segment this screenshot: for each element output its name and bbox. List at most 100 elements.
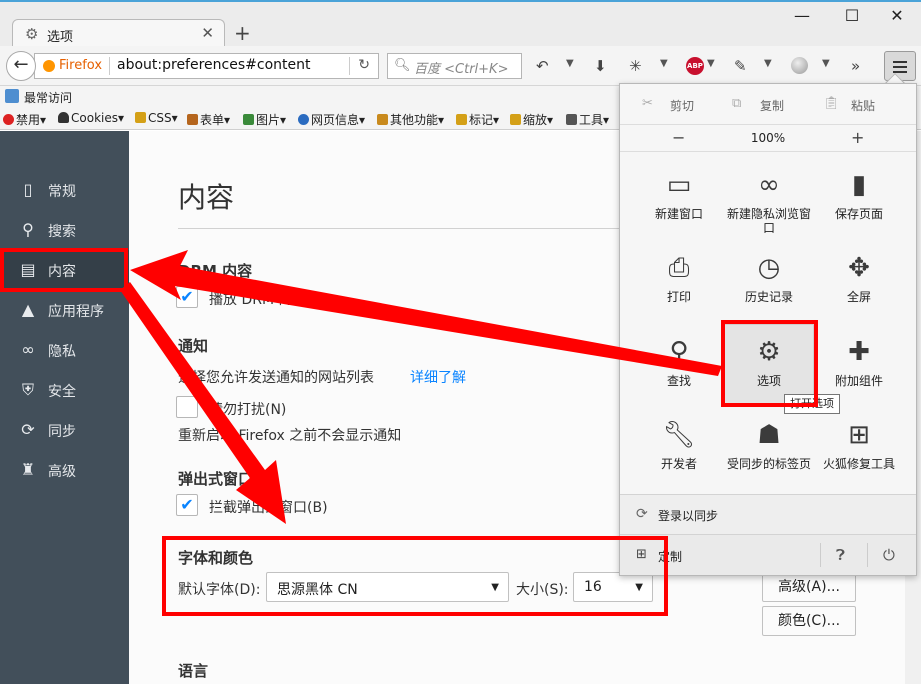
chevron-down-icon[interactable]: ▼ xyxy=(707,58,715,69)
info-icon xyxy=(298,114,309,125)
url-bar[interactable]: Firefox about:preferences#content ↻ xyxy=(34,53,379,79)
new-private-window-button[interactable]: ∞ 新建隐私浏览窗口 xyxy=(724,167,814,235)
sidebar-item-general[interactable]: ▯ 常规 xyxy=(0,170,129,210)
colors-button[interactable]: 颜色(C)... xyxy=(762,606,856,636)
sidebar-item-applications[interactable]: ▲ 应用程序 xyxy=(0,290,129,330)
wd-label: 缩放▾ xyxy=(523,113,554,127)
repair-tool-button[interactable]: ⊞ 火狐修复工具 xyxy=(814,417,904,471)
wd-tools-menu[interactable]: 工具▾ xyxy=(566,111,609,128)
sidebar-item-security[interactable]: ⛨ 安全 xyxy=(0,370,129,410)
block-popups-label[interactable]: 拦截弹出式窗口(B) xyxy=(209,497,328,517)
menu-item-label: 历史记录 xyxy=(744,290,793,304)
zoom-out-button[interactable]: − xyxy=(672,128,685,147)
wd-misc-menu[interactable]: 其他功能▾ xyxy=(377,111,444,128)
reload-icon[interactable]: ↻ xyxy=(358,57,370,73)
fullscreen-button[interactable]: ✥ 全屏 xyxy=(814,250,904,304)
paste-label: 粘贴 xyxy=(851,99,876,113)
advanced-icon: ♜ xyxy=(20,460,36,479)
do-not-disturb-label[interactable]: 请勿打扰(N) xyxy=(209,399,286,419)
print-icon: ⎙ xyxy=(668,253,690,283)
search-icon: 🔍︎ xyxy=(394,58,411,73)
open-menu-button[interactable] xyxy=(884,51,916,81)
new-window-button[interactable]: ▭ 新建窗口 xyxy=(634,167,724,221)
download-icon[interactable]: ⬇ xyxy=(594,57,607,75)
divider xyxy=(867,543,868,567)
help-icon[interactable]: ❓︎ xyxy=(836,546,845,564)
sidebar-item-privacy[interactable]: ∞ 隐私 xyxy=(0,330,129,370)
find-button[interactable]: ⚲ 查找 xyxy=(634,334,724,388)
checkmark-icon: ✔ xyxy=(180,287,194,306)
undo-close-tab-icon[interactable]: ↶ xyxy=(536,57,549,75)
minimize-button[interactable]: — xyxy=(782,6,822,25)
do-not-disturb-checkbox[interactable] xyxy=(176,396,198,418)
hamburger-icon xyxy=(893,61,907,63)
tab-close-icon[interactable]: ✕ xyxy=(201,24,214,42)
print-button[interactable]: ⎙ 打印 xyxy=(634,250,724,304)
synced-tabs-icon: ☗ xyxy=(757,420,781,450)
overflow-chevron-icon[interactable]: » xyxy=(851,57,860,75)
search-bar[interactable]: 🔍︎ 百度 <Ctrl+K> xyxy=(387,53,522,79)
maximize-button[interactable]: ☐ xyxy=(832,6,872,25)
misc-icon xyxy=(377,114,388,125)
addons-button[interactable]: ✚ 附加组件 xyxy=(814,334,904,388)
find-icon: ⚲ xyxy=(669,337,689,367)
wd-cookies-menu[interactable]: Cookies▾ xyxy=(58,111,124,125)
chevron-down-icon[interactable]: ▼ xyxy=(764,58,772,69)
history-button[interactable]: ◷ 历史记录 xyxy=(724,250,814,304)
save-page-button[interactable]: ▮ 保存页面 xyxy=(814,167,904,221)
learn-more-link[interactable]: 详细了解 xyxy=(410,367,466,387)
developer-button[interactable]: 🔧︎ 开发者 xyxy=(634,417,724,471)
wd-label: 其他功能▾ xyxy=(390,113,445,127)
chevron-down-icon[interactable]: ▼ xyxy=(566,58,574,69)
back-button[interactable]: ← xyxy=(6,51,36,81)
drm-checkbox[interactable]: ✔ xyxy=(176,286,198,308)
wd-info-menu[interactable]: 网页信息▾ xyxy=(298,111,365,128)
wd-label: 表单▾ xyxy=(200,113,231,127)
sidebar-item-advanced[interactable]: ♜ 高级 xyxy=(0,450,129,490)
menu-item-label: 打印 xyxy=(666,290,691,304)
chevron-down-icon[interactable]: ▼ xyxy=(660,58,668,69)
chevron-down-icon[interactable]: ▼ xyxy=(822,58,830,69)
sidebar-item-label: 常规 xyxy=(48,184,76,200)
eyedropper-icon[interactable]: ✎ xyxy=(734,57,747,75)
url-text[interactable]: about:preferences#content xyxy=(117,57,310,73)
wd-outline-menu[interactable]: 标记▾ xyxy=(456,111,499,128)
privacy-mask-icon: ∞ xyxy=(21,340,35,359)
menu-item-label: 新建隐私浏览窗口 xyxy=(726,207,811,235)
menu-item-label: 查找 xyxy=(666,374,691,388)
block-popups-checkbox[interactable]: ✔ xyxy=(176,494,198,516)
cut-label: 剪切 xyxy=(670,99,695,113)
advanced-fonts-button[interactable]: 高级(A)... xyxy=(762,572,856,602)
sign-in-label: 登录以同步 xyxy=(658,509,719,523)
wd-images-menu[interactable]: 图片▾ xyxy=(243,111,286,128)
adblock-icon[interactable]: ABP xyxy=(686,57,704,75)
menu-item-label: 受同步的标签页 xyxy=(726,457,811,471)
zoom-reset-button[interactable]: 100% xyxy=(620,131,916,145)
sign-in-to-sync-button[interactable]: ⟳ 登录以同步 xyxy=(620,494,916,534)
highlight-box-fonts xyxy=(162,536,668,616)
sidebar-item-search[interactable]: ⚲ 搜索 xyxy=(0,210,129,250)
wd-css-menu[interactable]: CSS▾ xyxy=(135,111,178,125)
status-ball-icon[interactable] xyxy=(791,57,808,74)
new-window-icon: ▭ xyxy=(666,170,692,200)
css-pencil-icon xyxy=(135,112,146,123)
scissors-icon: ✂ xyxy=(642,96,653,111)
close-window-button[interactable]: ✕ xyxy=(877,6,917,25)
power-quit-icon[interactable]: ⏻ xyxy=(883,546,895,564)
title-bar: ⚙ 选项 ✕ + — ☐ ✕ xyxy=(0,0,921,49)
wd-resize-menu[interactable]: 缩放▾ xyxy=(510,111,553,128)
sidebar-item-sync[interactable]: ⟳ 同步 xyxy=(0,410,129,450)
cookies-icon xyxy=(58,112,69,123)
bookmark-most-visited[interactable]: 最常访问 xyxy=(24,89,72,106)
new-tab-button[interactable]: + xyxy=(234,21,251,45)
security-icon: ⛨ xyxy=(21,380,34,399)
menu-item-label: 新建窗口 xyxy=(654,207,703,221)
wd-label: 标记▾ xyxy=(469,113,500,127)
wd-disable-menu[interactable]: 禁用▾ xyxy=(3,111,46,128)
bug-icon[interactable]: ✳ xyxy=(629,57,642,75)
tab-options[interactable]: ⚙ 选项 ✕ xyxy=(12,19,225,49)
zoom-in-button[interactable]: + xyxy=(851,128,864,147)
synced-tabs-button[interactable]: ☗ 受同步的标签页 xyxy=(724,417,814,471)
wd-forms-menu[interactable]: 表单▾ xyxy=(187,111,230,128)
drm-checkbox-label[interactable]: 播放 DRM 内容(P) xyxy=(209,289,326,309)
